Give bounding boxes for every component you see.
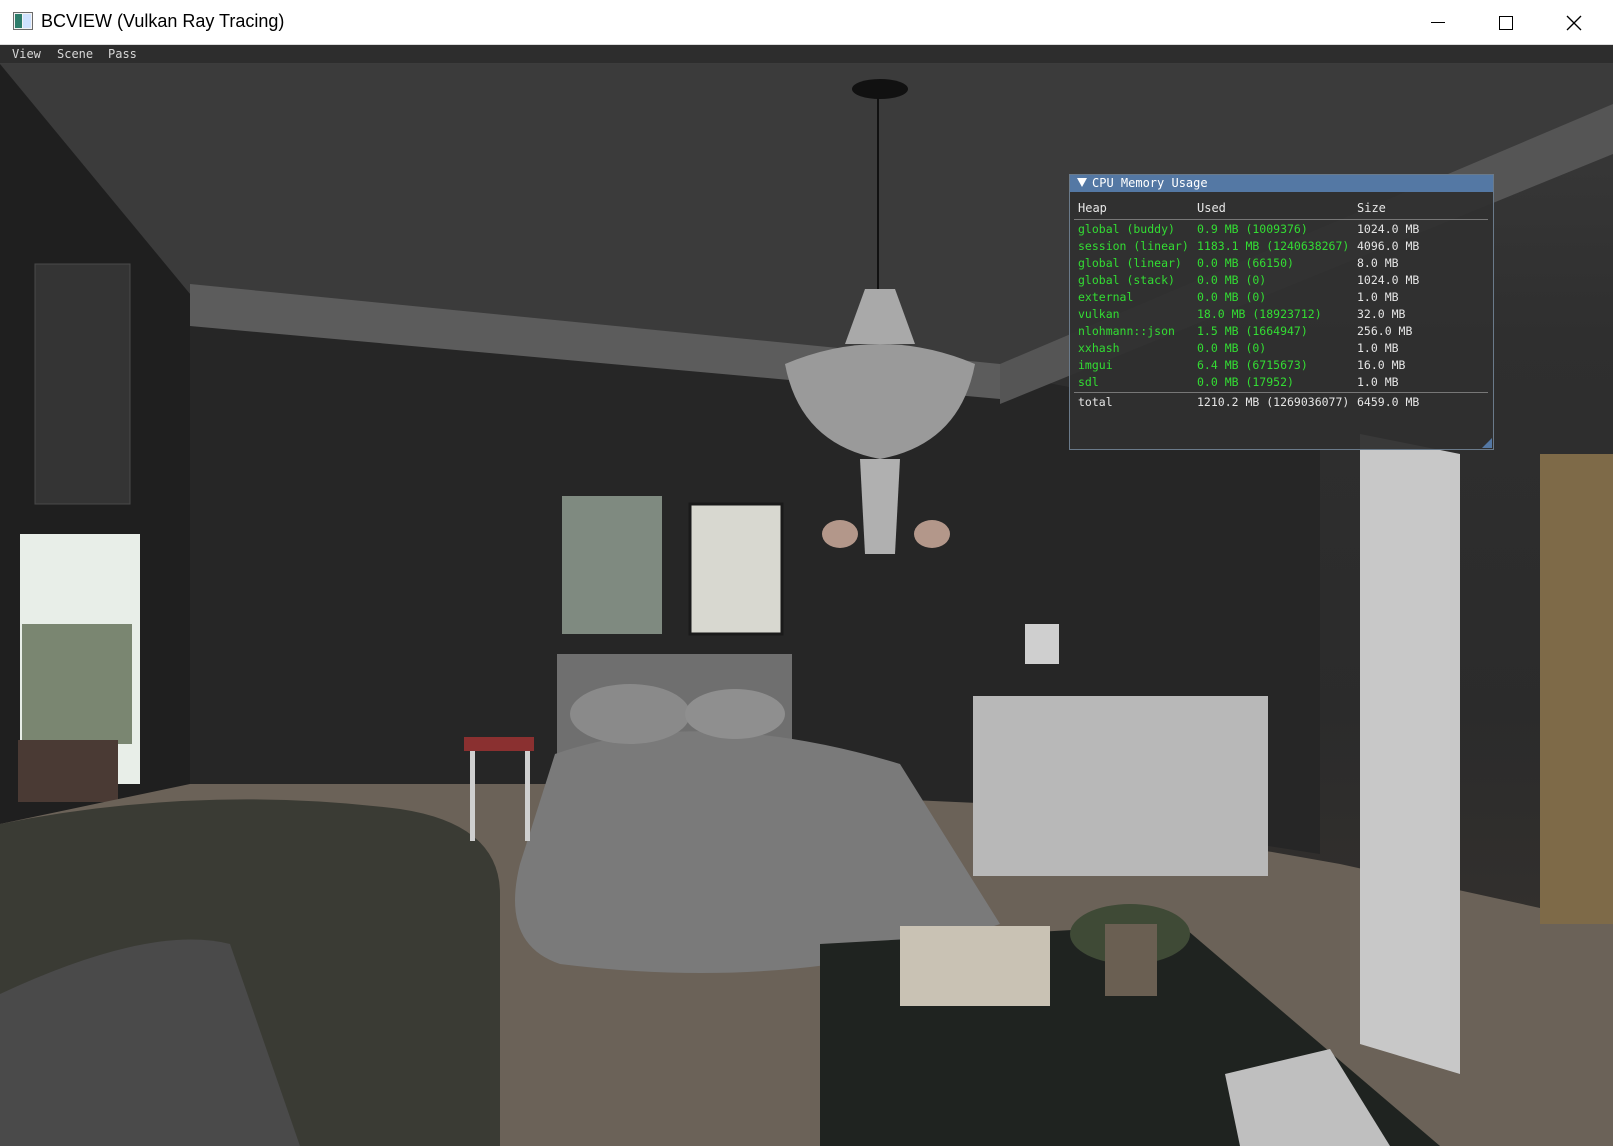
heap-name: vulkan <box>1078 307 1120 321</box>
heap-name: global (buddy) <box>1078 222 1175 236</box>
heap-size: 256.0 MB <box>1357 324 1413 338</box>
menu-scene[interactable]: Scene <box>57 47 93 61</box>
heap-size: 16.0 MB <box>1357 358 1406 372</box>
table-row: xxhash 0.0 MB (0) 1.0 MB <box>1070 341 1493 358</box>
heap-size: 1024.0 MB <box>1357 273 1420 287</box>
heap-name: nlohmann::json <box>1078 324 1175 338</box>
divider <box>1074 219 1488 220</box>
total-used: 1210.2 MB (1269036077) <box>1197 395 1350 409</box>
panel-header[interactable]: CPU Memory Usage <box>1070 175 1493 192</box>
memory-table-rows: global (buddy) 0.9 MB (1009376) 1024.0 M… <box>1070 222 1493 392</box>
heap-used: 6.4 MB (6715673) <box>1197 358 1308 372</box>
heap-name: global (linear) <box>1078 256 1182 270</box>
table-row: global (buddy) 0.9 MB (1009376) 1024.0 M… <box>1070 222 1493 239</box>
divider <box>1074 392 1488 393</box>
table-row: global (linear) 0.0 MB (66150) 8.0 MB <box>1070 256 1493 273</box>
heap-size: 4096.0 MB <box>1357 239 1420 253</box>
column-header-used: Used <box>1197 201 1226 215</box>
resize-grip-icon[interactable] <box>1482 438 1492 448</box>
table-row: nlohmann::json 1.5 MB (1664947) 256.0 MB <box>1070 324 1493 341</box>
render-viewport[interactable]: CPU Memory Usage Heap Used Size global (… <box>0 64 1613 1146</box>
heap-size: 8.0 MB <box>1357 256 1399 270</box>
table-row: global (stack) 0.0 MB (0) 1024.0 MB <box>1070 273 1493 290</box>
minimize-button[interactable] <box>1404 0 1472 45</box>
cpu-memory-panel[interactable]: CPU Memory Usage Heap Used Size global (… <box>1069 174 1494 450</box>
menu-pass[interactable]: Pass <box>108 47 137 61</box>
table-row: sdl 0.0 MB (17952) 1.0 MB <box>1070 375 1493 392</box>
heap-name: xxhash <box>1078 341 1120 355</box>
heap-name: external <box>1078 290 1134 304</box>
heap-size: 32.0 MB <box>1357 307 1406 321</box>
maximize-button[interactable] <box>1472 0 1540 45</box>
heap-used: 0.0 MB (66150) <box>1197 256 1294 270</box>
column-header-heap: Heap <box>1078 201 1107 215</box>
heap-used: 0.0 MB (0) <box>1197 290 1267 304</box>
table-row: external 0.0 MB (0) 1.0 MB <box>1070 290 1493 307</box>
heap-used: 0.9 MB (1009376) <box>1197 222 1308 236</box>
heap-used: 0.0 MB (17952) <box>1197 375 1294 389</box>
heap-name: global (stack) <box>1078 273 1175 287</box>
table-row: session (linear) 1183.1 MB (1240638267) … <box>1070 239 1493 256</box>
heap-used: 1.5 MB (1664947) <box>1197 324 1308 338</box>
heap-name: imgui <box>1078 358 1113 372</box>
heap-size: 1.0 MB <box>1357 341 1399 355</box>
menu-view[interactable]: View <box>12 47 41 61</box>
heap-used: 0.0 MB (0) <box>1197 341 1267 355</box>
heap-size: 1.0 MB <box>1357 375 1399 389</box>
heap-used: 0.0 MB (0) <box>1197 273 1267 287</box>
heap-used: 1183.1 MB (1240638267) <box>1197 239 1350 253</box>
column-header-size: Size <box>1357 201 1386 215</box>
title-bar: BCVIEW (Vulkan Ray Tracing) <box>0 0 1613 45</box>
heap-name: session (linear) <box>1078 239 1189 253</box>
panel-title: CPU Memory Usage <box>1092 176 1208 190</box>
total-row: total 1210.2 MB (1269036077) 6459.0 MB <box>1070 395 1493 412</box>
collapse-triangle-icon[interactable] <box>1077 178 1087 187</box>
close-icon <box>1566 15 1582 30</box>
heap-used: 18.0 MB (18923712) <box>1197 307 1322 321</box>
total-size: 6459.0 MB <box>1357 395 1420 409</box>
close-button[interactable] <box>1540 0 1608 45</box>
maximize-icon <box>1499 15 1513 30</box>
table-row: vulkan 18.0 MB (18923712) 32.0 MB <box>1070 307 1493 324</box>
window-title: BCVIEW (Vulkan Ray Tracing) <box>41 11 285 31</box>
minimize-icon <box>1431 22 1445 23</box>
heap-size: 1024.0 MB <box>1357 222 1420 236</box>
heap-size: 1.0 MB <box>1357 290 1399 304</box>
total-label: total <box>1078 395 1113 409</box>
app-icon <box>13 12 33 30</box>
menu-bar: View Scene Pass <box>0 45 1613 64</box>
table-row: imgui 6.4 MB (6715673) 16.0 MB <box>1070 358 1493 375</box>
heap-name: sdl <box>1078 375 1099 389</box>
